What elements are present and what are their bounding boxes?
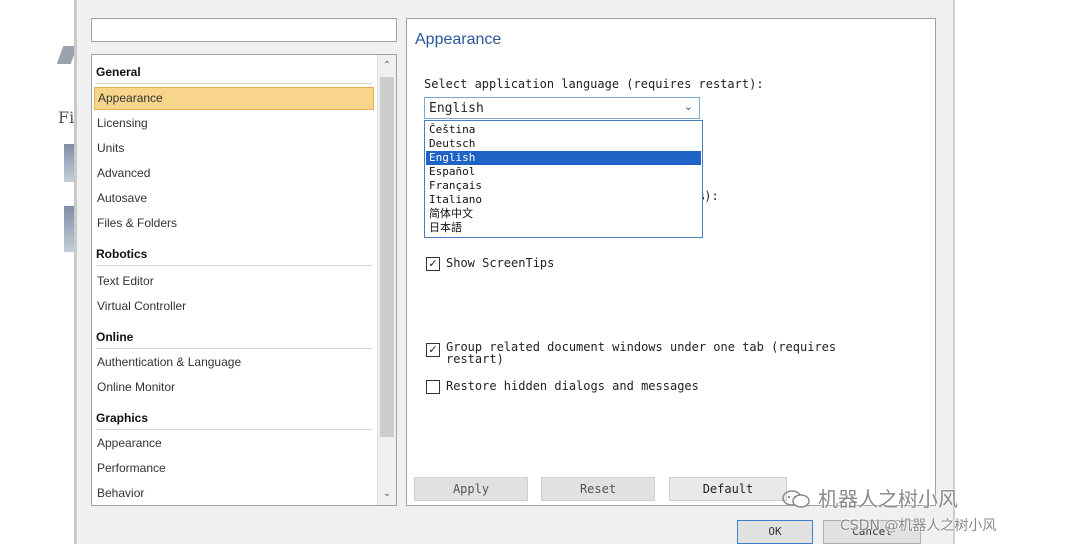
apply-button[interactable]: Apply (414, 477, 528, 501)
restore-dialogs-checkbox[interactable] (426, 380, 440, 394)
language-option[interactable]: Italiano (426, 193, 701, 207)
language-option[interactable]: Français (426, 179, 701, 193)
language-option-selected[interactable]: English (426, 151, 701, 165)
language-option[interactable]: Español (426, 165, 701, 179)
default-button[interactable]: Default (669, 477, 787, 501)
tree-item-general-appearance[interactable]: Appearance (94, 87, 374, 110)
scroll-down-icon[interactable]: ⌄ (378, 485, 396, 503)
tree-scrollbar[interactable]: ⌃ ⌄ (377, 55, 396, 505)
options-tree: General Appearance Licensing Units Advan… (91, 54, 397, 506)
language-select-value: English (429, 101, 484, 116)
reset-button[interactable]: Reset (541, 477, 655, 501)
tree-item-virtual-controller[interactable]: Virtual Controller (94, 295, 374, 318)
tree-item-behavior[interactable]: Behavior (94, 482, 374, 505)
tree-item-autosave[interactable]: Autosave (94, 187, 374, 210)
scroll-thumb[interactable] (380, 77, 394, 437)
group-windows-checkbox[interactable]: ✓ (426, 343, 440, 357)
language-option[interactable]: Čeština (426, 123, 701, 137)
watermark-caption: CSDN @机器人之树小风 (840, 518, 997, 534)
tree-item-licensing[interactable]: Licensing (94, 112, 374, 135)
language-dropdown-list: Čeština Deutsch English Español Français… (424, 120, 703, 238)
settings-panel: Appearance Select application language (… (406, 18, 936, 506)
wechat-logo-icon (782, 490, 810, 508)
background-thumbnail-icon (64, 144, 74, 182)
background-text: Fi (58, 108, 75, 127)
options-search-input[interactable] (91, 18, 397, 42)
tree-item-graphics-appearance[interactable]: Appearance (94, 432, 374, 455)
tree-item-authentication-language[interactable]: Authentication & Language (94, 351, 374, 374)
language-select[interactable]: English ⌄ (424, 97, 700, 119)
language-option[interactable]: 日本語 (426, 221, 701, 235)
tree-item-files-folders[interactable]: Files & Folders (94, 212, 374, 235)
restore-dialogs-label: Restore hidden dialogs and messages (446, 379, 699, 393)
background-thumbnail-icon (64, 206, 74, 252)
category-robotics: Robotics (96, 243, 372, 266)
scroll-up-icon[interactable]: ⌃ (378, 57, 396, 75)
show-screentips-label: Show ScreenTips (446, 256, 555, 270)
language-option[interactable]: Deutsch (426, 137, 701, 151)
watermark-logo: 机器人之树小风 (782, 483, 958, 512)
tree-item-units[interactable]: Units (94, 137, 374, 160)
category-graphics: Graphics (96, 407, 372, 430)
category-general: General (96, 61, 372, 84)
page-title: Appearance (415, 31, 502, 48)
ok-button[interactable]: OK (737, 520, 813, 544)
category-online: Online (96, 326, 372, 349)
tree-item-online-monitor[interactable]: Online Monitor (94, 376, 374, 399)
group-windows-label-line2: restart) (446, 352, 504, 366)
tree-item-text-editor[interactable]: Text Editor (94, 270, 374, 293)
language-option[interactable]: 简体中文 (426, 207, 701, 221)
tree-item-performance[interactable]: Performance (94, 457, 374, 480)
group-windows-label-line1: Group related document windows under one… (446, 340, 837, 354)
options-dialog: General Appearance Licensing Units Advan… (77, 0, 955, 544)
chevron-down-icon[interactable]: ⌄ (684, 100, 693, 113)
watermark-title: 机器人之树小风 (818, 487, 958, 511)
options-tree-list: General Appearance Licensing Units Advan… (92, 55, 378, 505)
show-screentips-checkbox[interactable]: ✓ (426, 257, 440, 271)
screen: Fi General Appearance Licensing Units Ad… (0, 0, 1068, 544)
tree-item-advanced[interactable]: Advanced (94, 162, 374, 185)
background-window: Fi (0, 0, 78, 544)
language-label: Select application language (requires re… (424, 77, 764, 91)
